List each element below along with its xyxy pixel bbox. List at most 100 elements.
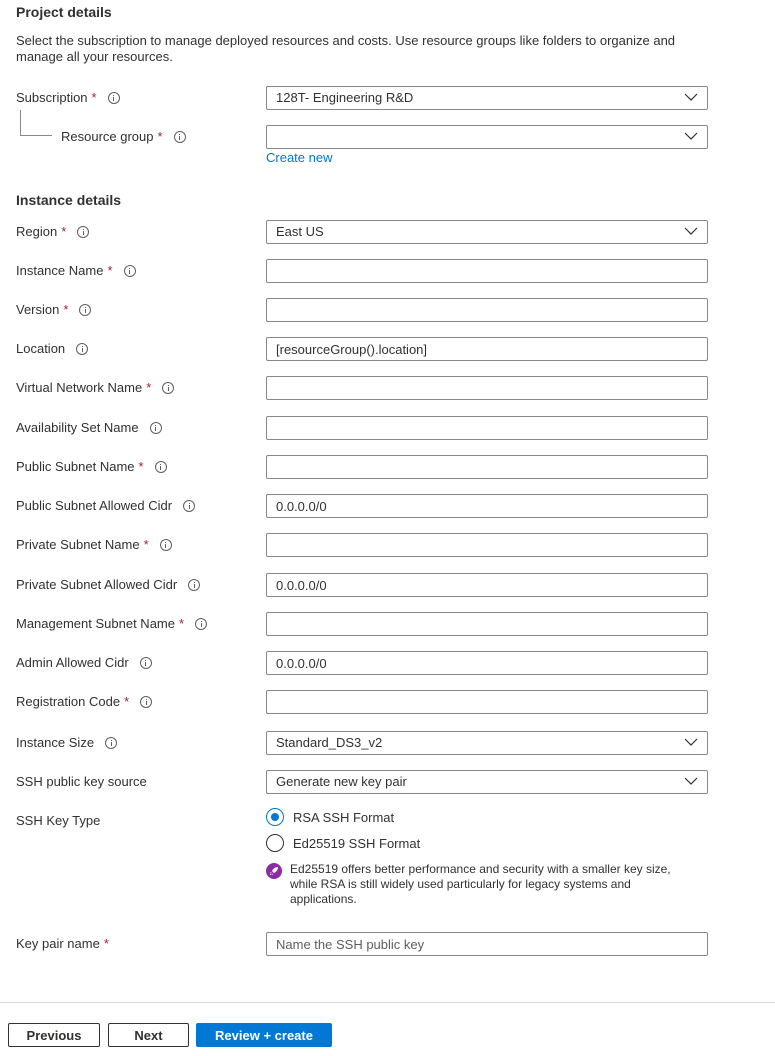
ssh-key-source-label: SSH public key source: [16, 774, 147, 789]
resource-group-row: Resource group *: [0, 125, 775, 149]
version-row: Version *: [0, 298, 775, 322]
footer-divider: [0, 1002, 775, 1003]
info-icon[interactable]: [195, 618, 208, 630]
radio-ed25519-ssh-format[interactable]: Ed25519 SSH Format: [266, 833, 420, 853]
admin-allowed-cidr-label: Admin Allowed Cidr: [16, 655, 129, 670]
required-marker: *: [107, 263, 113, 278]
admin-allowed-cidr-row: Admin Allowed Cidr: [0, 651, 775, 675]
public-subnet-allowed-cidr-input[interactable]: [266, 494, 708, 518]
ssh-key-source-select[interactable]: Generate new key pair: [266, 770, 708, 794]
note-text: Ed25519 offers better performance and se…: [290, 862, 671, 906]
review-create-button[interactable]: Review + create: [196, 1023, 332, 1047]
project-details-description: Select the subscription to manage deploy…: [16, 33, 676, 64]
required-marker: *: [63, 302, 69, 317]
management-subnet-name-input[interactable]: [266, 612, 708, 636]
virtual-network-name-label: Virtual Network Name: [16, 380, 143, 395]
instance-name-label: Instance Name: [16, 263, 104, 278]
key-pair-name-row: Key pair name *: [0, 932, 775, 956]
ssh-key-type-note: Ed25519 offers better performance and se…: [266, 862, 686, 907]
required-marker: *: [146, 380, 152, 395]
radio-label: Ed25519 SSH Format: [293, 835, 421, 851]
management-subnet-name-label: Management Subnet Name: [16, 616, 175, 631]
required-marker: *: [124, 694, 130, 709]
resource-group-label: Resource group: [61, 129, 154, 144]
private-subnet-allowed-cidr-label: Private Subnet Allowed Cidr: [16, 577, 178, 592]
info-icon[interactable]: [123, 265, 136, 277]
info-icon[interactable]: [188, 579, 201, 591]
subscription-label: Subscription: [16, 90, 88, 105]
private-subnet-name-input[interactable]: [266, 533, 708, 557]
radio-rsa-ssh-format[interactable]: RSA SSH Format: [266, 807, 394, 827]
info-icon[interactable]: [77, 226, 90, 238]
info-icon[interactable]: [173, 131, 186, 143]
registration-code-input[interactable]: [266, 690, 708, 714]
availability-set-name-label: Availability Set Name: [16, 420, 139, 435]
virtual-network-name-input[interactable]: [266, 376, 708, 400]
ssh-key-source-row: SSH public key source Generate new key p…: [0, 770, 775, 794]
private-subnet-name-label: Private Subnet Name: [16, 537, 140, 552]
region-label: Region: [16, 224, 58, 239]
key-pair-name-input[interactable]: [266, 932, 708, 956]
required-marker: *: [157, 129, 163, 144]
radio-unchecked-icon[interactable]: [266, 834, 284, 852]
radio-label: RSA SSH Format: [293, 809, 395, 825]
next-button[interactable]: Next: [108, 1023, 189, 1047]
instance-size-select[interactable]: Standard_DS3_v2: [266, 731, 708, 755]
ssh-key-type-label: SSH Key Type: [16, 813, 101, 828]
chevron-down-icon: [684, 738, 698, 746]
public-subnet-allowed-cidr-label: Public Subnet Allowed Cidr: [16, 498, 173, 513]
version-input[interactable]: [266, 298, 708, 322]
info-icon[interactable]: [183, 500, 196, 512]
instance-size-label: Instance Size: [16, 735, 95, 750]
required-marker: *: [138, 459, 144, 474]
info-icon[interactable]: [149, 422, 162, 434]
required-marker: *: [61, 224, 67, 239]
registration-code-row: Registration Code *: [0, 690, 775, 714]
chevron-down-icon: [684, 93, 698, 101]
project-details-heading: Project details: [16, 4, 112, 20]
required-marker: *: [91, 90, 97, 105]
create-new-resource-group-link[interactable]: Create new: [266, 150, 332, 165]
version-label: Version: [16, 302, 60, 317]
region-row: Region * East US: [0, 220, 775, 244]
availability-set-name-row: Availability Set Name: [0, 416, 775, 440]
public-subnet-name-input[interactable]: [266, 455, 708, 479]
location-row: Location: [0, 337, 775, 361]
availability-set-name-input[interactable]: [266, 416, 708, 440]
instance-size-row: Instance Size Standard_DS3_v2: [0, 731, 775, 755]
key-pair-name-label: Key pair name: [16, 936, 100, 951]
info-icon[interactable]: [105, 737, 118, 749]
private-subnet-allowed-cidr-row: Private Subnet Allowed Cidr: [0, 573, 775, 597]
chevron-down-icon: [684, 227, 698, 235]
region-select[interactable]: East US: [266, 220, 708, 244]
admin-allowed-cidr-input[interactable]: [266, 651, 708, 675]
info-icon[interactable]: [76, 343, 89, 355]
private-subnet-allowed-cidr-input[interactable]: [266, 573, 708, 597]
registration-code-label: Registration Code: [16, 694, 121, 709]
radio-checked-icon[interactable]: [266, 808, 284, 826]
private-subnet-name-row: Private Subnet Name *: [0, 533, 775, 557]
info-icon[interactable]: [140, 696, 153, 708]
info-icon[interactable]: [79, 304, 92, 316]
public-subnet-name-row: Public Subnet Name *: [0, 455, 775, 479]
instance-details-heading: Instance details: [16, 192, 122, 208]
management-subnet-name-row: Management Subnet Name *: [0, 612, 775, 636]
instance-name-row: Instance Name *: [0, 259, 775, 283]
instance-name-input[interactable]: [266, 259, 708, 283]
info-icon[interactable]: [162, 382, 175, 394]
info-icon[interactable]: [154, 461, 167, 473]
subscription-select[interactable]: 128T- Engineering R&D: [266, 86, 708, 110]
info-icon[interactable]: [107, 92, 120, 104]
previous-button[interactable]: Previous: [8, 1023, 100, 1047]
required-marker: *: [143, 537, 149, 552]
info-icon[interactable]: [159, 539, 172, 551]
resource-group-select[interactable]: [266, 125, 708, 149]
required-marker: *: [178, 616, 185, 631]
chevron-down-icon: [684, 132, 698, 140]
location-label: Location: [16, 341, 66, 356]
subscription-row: Subscription * 128T- Engineering R&D: [0, 86, 775, 110]
public-subnet-allowed-cidr-row: Public Subnet Allowed Cidr: [0, 494, 775, 518]
info-icon[interactable]: [139, 657, 152, 669]
public-subnet-name-label: Public Subnet Name: [16, 459, 135, 474]
location-input[interactable]: [266, 337, 708, 361]
